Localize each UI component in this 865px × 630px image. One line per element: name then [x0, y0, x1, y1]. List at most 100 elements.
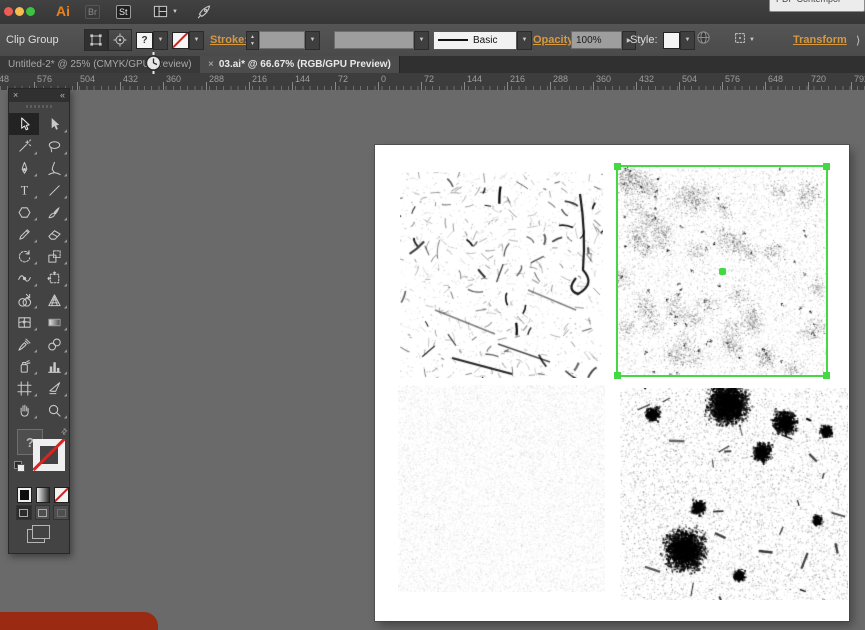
tool-perspective-grid[interactable]: ◢: [39, 289, 69, 311]
ruler-major-tick: [464, 82, 465, 90]
tool-rotate[interactable]: ◢: [9, 245, 39, 267]
draw-inside-button[interactable]: [53, 505, 69, 520]
tab-title: 03.ai* @ 66.67% (RGB/GPU Preview): [219, 59, 391, 70]
panel-drag-grip[interactable]: [26, 105, 52, 108]
ruler-major-tick: [679, 82, 680, 90]
stroke-weight-stepper[interactable]: ▲▼: [246, 31, 259, 50]
tool-zoom[interactable]: ◢: [39, 399, 69, 421]
edit-clipping-path-button[interactable]: [84, 29, 108, 51]
horizontal-ruler[interactable]: 6485765044323602882161447207214421628836…: [0, 73, 865, 91]
texture-heavy-splatter[interactable]: [620, 388, 848, 600]
stock-button[interactable]: St: [116, 5, 131, 19]
tool-free-transform[interactable]: ◢: [39, 267, 69, 289]
tool-column-graph[interactable]: ◢: [39, 355, 69, 377]
ruler-label: 504: [682, 74, 697, 84]
ruler-major-tick: [636, 82, 637, 90]
ruler-major-tick: [292, 82, 293, 90]
stroke-indicator-none[interactable]: [33, 439, 65, 471]
tool-mesh[interactable]: ◢: [9, 311, 39, 333]
tool-selection[interactable]: [9, 113, 39, 135]
transform-panel-link[interactable]: Transform: [793, 34, 847, 46]
stroke-color-swatch[interactable]: [172, 32, 189, 49]
tool-shape[interactable]: ◢: [9, 201, 39, 223]
tool-line-segment[interactable]: ◢: [39, 179, 69, 201]
close-panel-icon[interactable]: ×: [13, 91, 18, 100]
tool-artboard[interactable]: ◢: [9, 377, 39, 399]
variable-width-profile-dropdown-arrow[interactable]: ▼: [414, 31, 429, 50]
tool-symbol-sprayer[interactable]: ◢: [9, 355, 39, 377]
opacity-input[interactable]: 100%: [571, 31, 622, 49]
ruler-label: 648: [0, 74, 9, 84]
gradient-button[interactable]: [36, 487, 51, 503]
ruler-major-tick: [507, 82, 508, 90]
svg-text:T: T: [20, 183, 28, 197]
gpu-performance-rocket-icon[interactable]: [196, 4, 212, 25]
bridge-button[interactable]: Br: [85, 5, 100, 19]
arrange-documents-icon[interactable]: [153, 4, 168, 24]
none-button[interactable]: [54, 487, 69, 503]
panel-options-cropped-icon[interactable]: ⟩: [856, 34, 860, 47]
tool-shaper[interactable]: ◢: [9, 223, 39, 245]
ruler-major-tick: [421, 82, 422, 90]
ruler-major-tick: [77, 82, 78, 90]
collapse-panel-icon[interactable]: «: [60, 91, 65, 100]
brush-definition-dropdown[interactable]: Basic: [433, 31, 517, 50]
tool-eyedropper[interactable]: ◢: [9, 333, 39, 355]
align-options-icon[interactable]: [733, 31, 747, 50]
stroke-weight-dropdown-arrow[interactable]: ▼: [305, 31, 320, 50]
edit-contents-button[interactable]: [108, 29, 132, 51]
color-button[interactable]: [17, 487, 32, 503]
graphic-style-dropdown-arrow[interactable]: ▼: [680, 31, 695, 50]
tool-eraser[interactable]: ◢: [39, 223, 69, 245]
draw-behind-button[interactable]: [35, 505, 51, 520]
stroke-color-dropdown-arrow[interactable]: ▼: [189, 31, 204, 50]
default-fill-stroke-icon[interactable]: [14, 461, 24, 471]
tool-magic-wand[interactable]: ◢: [9, 135, 39, 157]
close-tab-icon[interactable]: ×: [208, 59, 214, 70]
tools-panel-header[interactable]: × «: [9, 89, 69, 102]
draw-normal-button[interactable]: [16, 505, 32, 520]
document-setup-globe-icon[interactable]: [696, 30, 711, 50]
tab-untitled-2[interactable]: Untitled-2* @ 25% (CMYK/GPU Preview): [0, 56, 201, 73]
tool-direct-selection[interactable]: ◢: [39, 113, 69, 135]
tool-width[interactable]: ◢: [9, 267, 39, 289]
artboard[interactable]: [375, 145, 849, 621]
tool-shape-builder[interactable]: ◢: [9, 289, 39, 311]
close-window-button[interactable]: [4, 7, 13, 16]
minimize-window-button[interactable]: [15, 7, 24, 16]
tool-scale[interactable]: ◢: [39, 245, 69, 267]
fill-color-dropdown-arrow[interactable]: ▼: [153, 31, 168, 50]
document-canvas[interactable]: [0, 90, 865, 630]
ruler-label: 792: [854, 74, 865, 84]
stroke-panel-link[interactable]: Stroke:: [210, 34, 248, 46]
tool-slice[interactable]: ◢: [39, 377, 69, 399]
graphic-style-swatch[interactable]: [663, 32, 680, 49]
tool-pen[interactable]: ◢: [9, 157, 39, 179]
tool-curvature[interactable]: ◢: [39, 157, 69, 179]
chevron-down-icon[interactable]: ▼: [172, 9, 178, 15]
ruler-label: 720: [811, 74, 826, 84]
swap-fill-stroke-icon[interactable]: ⇄: [59, 426, 70, 437]
zoom-window-button[interactable]: [26, 7, 35, 16]
variable-width-profile-field[interactable]: [334, 31, 414, 49]
workspace-switcher-cropped[interactable]: PDF Contempor: [769, 0, 865, 12]
change-screen-mode-button[interactable]: [27, 525, 51, 545]
tool-hand[interactable]: ◢: [9, 399, 39, 421]
ruler-major-tick: [593, 82, 594, 90]
tool-paintbrush[interactable]: ◢: [39, 201, 69, 223]
texture-fine-speckle[interactable]: [618, 167, 826, 375]
tool-blend[interactable]: ◢: [39, 333, 69, 355]
texture-soft-grain[interactable]: [398, 385, 605, 592]
stroke-weight-field[interactable]: [259, 31, 305, 49]
brush-definition-dropdown-arrow[interactable]: ▼: [517, 31, 532, 50]
ruler-label: 432: [123, 74, 138, 84]
tab-03-ai[interactable]: × 03.ai* @ 66.67% (RGB/GPU Preview): [200, 56, 400, 73]
ruler-major-tick: [851, 82, 852, 90]
tool-gradient[interactable]: ◢: [39, 311, 69, 333]
chevron-down-icon[interactable]: ▼: [749, 37, 755, 43]
tool-lasso[interactable]: ◢: [39, 135, 69, 157]
texture-ink-scratches[interactable]: [400, 172, 603, 378]
ruler-label: 360: [166, 74, 181, 84]
fill-color-swatch[interactable]: ?: [136, 32, 153, 49]
tool-type[interactable]: T◢: [9, 179, 39, 201]
